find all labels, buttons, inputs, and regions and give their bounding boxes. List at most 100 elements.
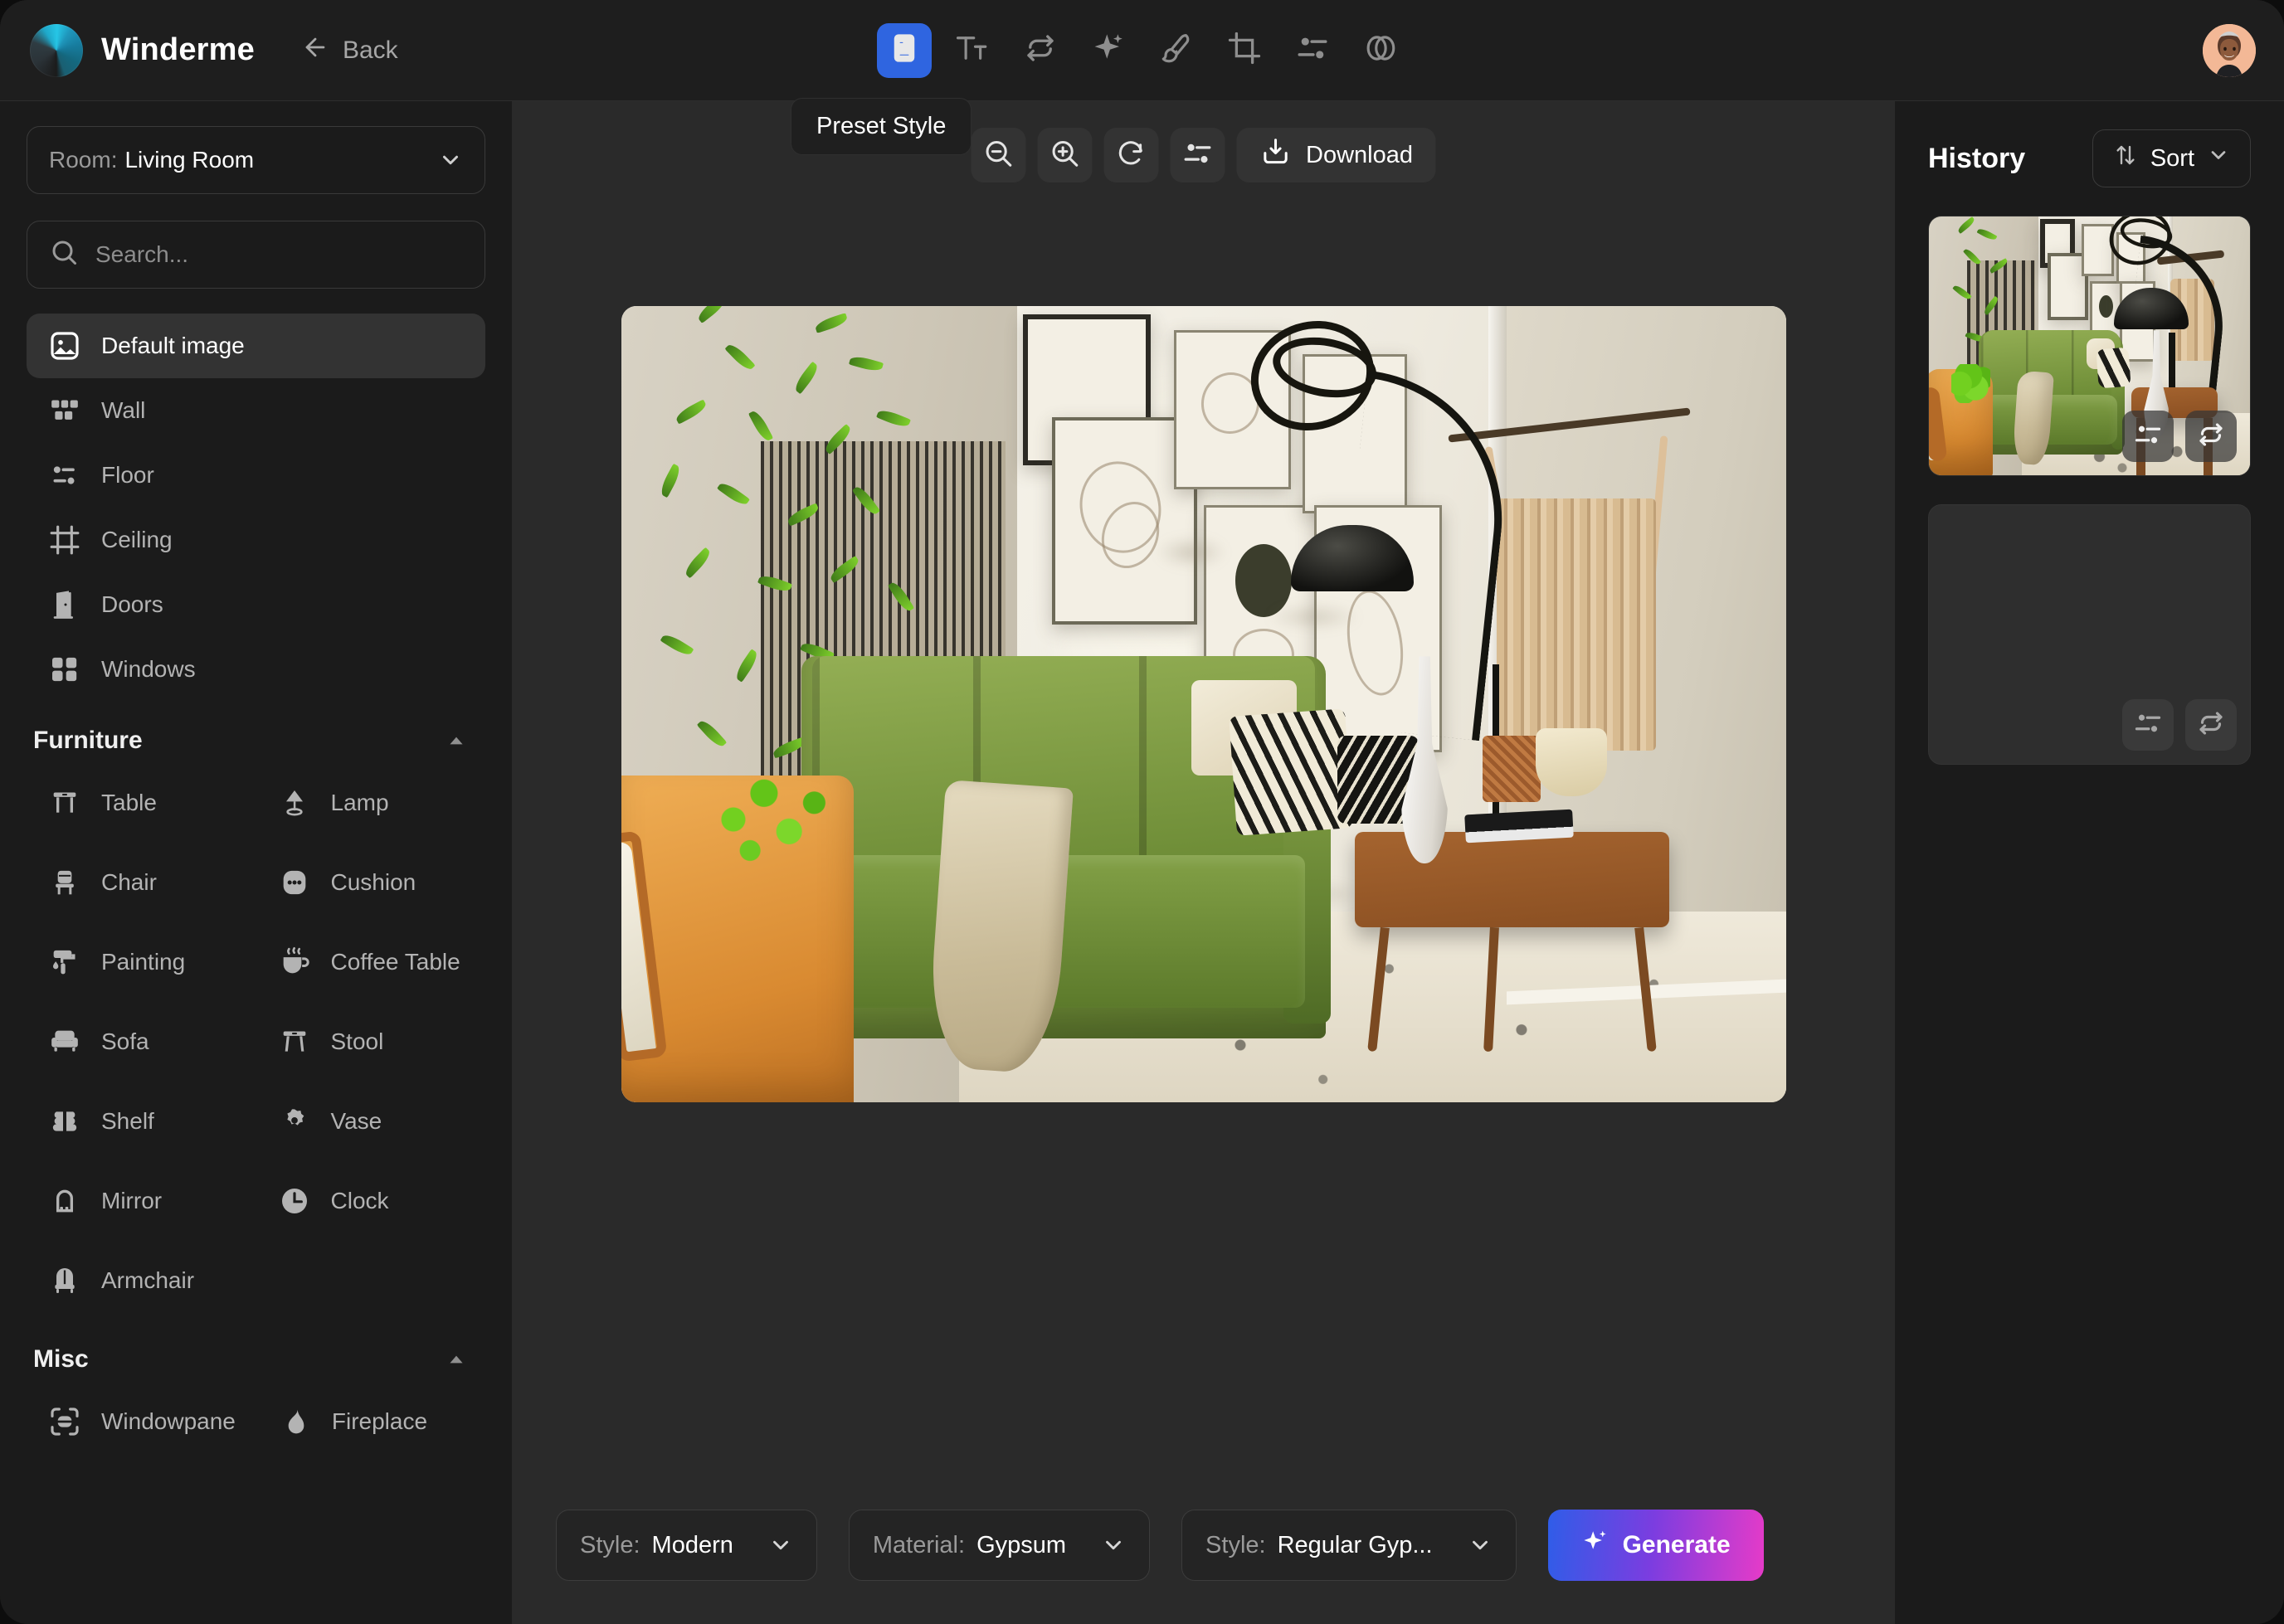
overlap-circles-icon (1363, 31, 1398, 70)
rotate-button[interactable] (1103, 128, 1158, 182)
windowpane-scan-icon (48, 1405, 81, 1438)
furniture-item-lamp[interactable]: Lamp (256, 763, 486, 843)
zoom-in-button[interactable] (1037, 128, 1092, 182)
download-button[interactable]: Download (1236, 128, 1436, 182)
back-button[interactable]: Back (301, 33, 398, 68)
swap-arrows-icon (2196, 708, 2226, 742)
armchair-icon (48, 1264, 81, 1297)
mirror-icon (48, 1184, 81, 1218)
left-sidebar: Room: Living Room Default image (0, 101, 513, 1624)
style-select[interactable]: Style: Modern (556, 1510, 817, 1581)
sidebar-item-wall[interactable]: Wall (27, 378, 485, 443)
chevron-down-icon (2207, 143, 2230, 173)
furniture-item-chair[interactable]: Chair (27, 843, 256, 922)
sort-button[interactable]: Sort (2092, 129, 2251, 187)
furniture-item-coffee-table[interactable]: Coffee Table (256, 922, 486, 1002)
misc-item-windowpane[interactable]: Windowpane (27, 1382, 257, 1461)
history-item-actions (2122, 699, 2237, 751)
swap-arrows-icon (1023, 31, 1058, 70)
sidebar-item-doors[interactable]: Doors (27, 572, 485, 637)
furniture-item-clock[interactable]: Clock (256, 1161, 486, 1241)
room-render (621, 306, 1786, 1102)
canvas-adjust-button[interactable] (1170, 128, 1225, 182)
search-input[interactable] (95, 241, 463, 268)
sort-label: Sort (2150, 145, 2194, 173)
coffee-cup-icon (278, 946, 311, 979)
canvas-area: Download (513, 101, 1894, 1624)
paint-brush-icon (1159, 31, 1194, 70)
clock-icon (278, 1184, 311, 1218)
search-field[interactable] (27, 221, 485, 289)
tool-adjust[interactable] (1285, 23, 1340, 78)
material-select[interactable]: Material: Gypsum (849, 1510, 1150, 1581)
history-header: History Sort (1928, 129, 2251, 187)
macrame-rod (1448, 408, 1691, 443)
section-header-furniture[interactable]: Furniture (33, 727, 485, 755)
furniture-item-painting[interactable]: Painting (27, 922, 256, 1002)
tool-magic[interactable] (1081, 23, 1136, 78)
history-swap-button[interactable] (2185, 699, 2237, 751)
room-select[interactable]: Room: Living Room (27, 126, 485, 194)
sofa-icon (48, 1025, 81, 1058)
chevron-down-icon (1468, 1533, 1493, 1558)
tool-swap[interactable] (1013, 23, 1068, 78)
generation-controls: Style: Modern Material: Gypsum Style: Re… (513, 1510, 1894, 1581)
furniture-item-sofa[interactable]: Sofa (27, 1002, 256, 1082)
stool-icon (278, 1025, 311, 1058)
generate-button[interactable]: Generate (1548, 1510, 1764, 1581)
sliders-icon (2133, 708, 2163, 742)
substyle-select-value: Regular Gyp... (1278, 1532, 1433, 1559)
flame-icon (279, 1405, 312, 1438)
history-item-empty[interactable] (1928, 504, 2251, 765)
sparkle-icon (1091, 31, 1126, 70)
furniture-item-stool[interactable]: Stool (256, 1002, 486, 1082)
download-label: Download (1306, 142, 1413, 169)
sidebar-item-windows[interactable]: Windows (27, 637, 485, 702)
tool-brush[interactable] (1149, 23, 1204, 78)
shelf-icon (48, 1105, 81, 1138)
furniture-item-table[interactable]: Table (27, 763, 256, 843)
misc-item-fireplace[interactable]: Fireplace (257, 1382, 485, 1461)
sidebar-item-label: Windows (101, 656, 196, 683)
furniture-item-label: Mirror (101, 1188, 162, 1214)
furniture-item-label: Shelf (101, 1108, 154, 1135)
sidebar-item-floor[interactable]: Floor (27, 443, 485, 508)
history-item[interactable] (1928, 216, 2251, 476)
sidebar-item-default-image[interactable]: Default image (27, 314, 485, 378)
history-adjust-button[interactable] (2122, 699, 2174, 751)
zoom-out-icon (982, 138, 1014, 173)
history-swap-button[interactable] (2185, 411, 2237, 462)
section-header-misc[interactable]: Misc (33, 1345, 485, 1374)
sparkle-icon (1581, 1528, 1610, 1563)
paint-roller-icon (48, 946, 81, 979)
zoom-out-button[interactable] (971, 128, 1025, 182)
furniture-item-vase[interactable]: Vase (256, 1082, 486, 1161)
furniture-item-label: Clock (331, 1188, 389, 1214)
substyle-select[interactable]: Style: Regular Gyp... (1181, 1510, 1517, 1581)
section-title: Misc (33, 1345, 89, 1374)
sidebar-item-label: Wall (101, 397, 145, 424)
furniture-item-mirror[interactable]: Mirror (27, 1161, 256, 1241)
furniture-item-label: Coffee Table (331, 949, 460, 975)
furniture-item-armchair[interactable]: Armchair (27, 1241, 256, 1320)
floor-sliders-icon (48, 459, 81, 492)
tool-blend[interactable] (1353, 23, 1408, 78)
history-adjust-button[interactable] (2122, 411, 2174, 462)
furniture-item-shelf[interactable]: Shelf (27, 1082, 256, 1161)
rotate-cw-icon (1115, 138, 1147, 173)
user-avatar[interactable] (2203, 24, 2256, 77)
crop-icon (1227, 31, 1262, 70)
furniture-item-label: Chair (101, 869, 157, 896)
sidebar-item-ceiling[interactable]: Ceiling (27, 508, 485, 572)
search-icon (49, 237, 79, 273)
furniture-item-cushion[interactable]: Cushion (256, 843, 486, 922)
sidebar-item-label: Default image (101, 333, 245, 359)
misc-item-label: Windowpane (101, 1408, 236, 1435)
back-label: Back (343, 36, 398, 65)
tool-text[interactable] (945, 23, 1000, 78)
tool-preset-style[interactable] (877, 23, 932, 78)
tool-crop[interactable] (1217, 23, 1272, 78)
door-icon (48, 588, 81, 621)
canvas-image[interactable] (621, 306, 1786, 1102)
history-panel: History Sort (1894, 101, 2284, 1624)
